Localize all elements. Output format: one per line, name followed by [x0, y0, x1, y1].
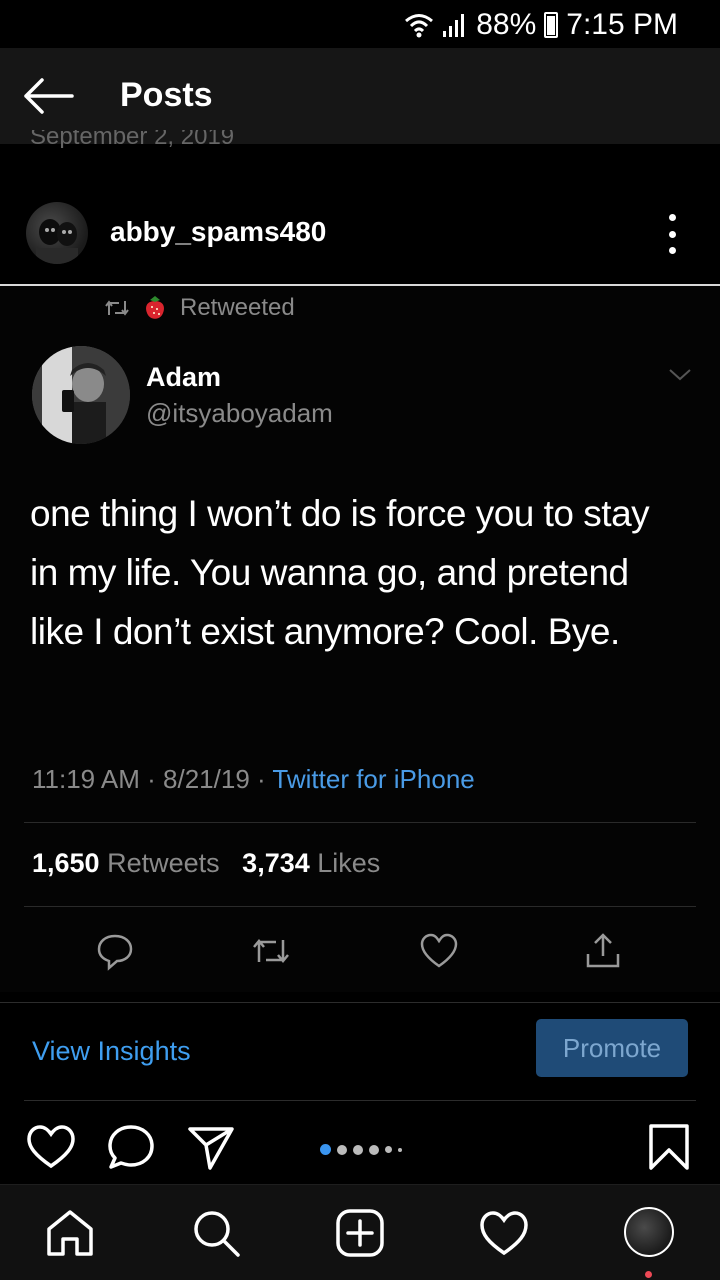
tweet-timestamp: 11:19 AM · 8/21/19 · [32, 764, 273, 794]
post-header: abby_spams480 [0, 200, 720, 266]
new-post-icon[interactable] [334, 1207, 386, 1259]
carousel-dot [369, 1144, 379, 1155]
retweet-indicator: Retweeted [104, 294, 295, 322]
share-icon [586, 933, 620, 968]
divider [24, 822, 696, 823]
status-icons: 88% 7:15 PM [404, 8, 678, 42]
promote-button[interactable]: Promote [536, 1019, 688, 1077]
likes-count: 3,734 [242, 848, 310, 878]
bookmark-icon[interactable] [644, 1122, 694, 1172]
tweet-stats: 1,650 Retweets 3,734 Likes [32, 848, 380, 879]
divider [24, 1100, 696, 1101]
like-heart-icon[interactable] [26, 1122, 76, 1172]
view-insights-link[interactable]: View Insights [32, 1036, 191, 1067]
tweet-source: Twitter for iPhone [272, 764, 475, 794]
profile-avatar[interactable] [624, 1207, 674, 1257]
wifi-icon [405, 14, 434, 38]
divider [0, 1002, 720, 1003]
bottom-navigation [0, 1184, 720, 1280]
author-avatar[interactable] [26, 202, 88, 264]
heart-icon [420, 933, 458, 968]
notification-dot [645, 1271, 652, 1278]
retweeted-label: Retweeted [180, 294, 295, 321]
carousel-dot [337, 1144, 347, 1155]
retweets-count: 1,650 [32, 848, 100, 878]
home-icon[interactable] [44, 1207, 96, 1259]
battery-icon [544, 12, 559, 38]
carousel-indicator [320, 1144, 402, 1155]
tweet-author-handle: @itsyaboyadam [146, 398, 333, 428]
divider [24, 906, 696, 907]
clock: 7:15 PM [566, 8, 678, 41]
carousel-dot [320, 1144, 331, 1155]
battery-percent: 88% [476, 8, 537, 41]
retweets-label: Retweets [107, 848, 220, 878]
more-options-icon[interactable] [660, 214, 684, 254]
tweet-author-avatar [32, 346, 130, 444]
page-title: Posts [120, 76, 213, 114]
status-bar: 88% 7:15 PM [0, 0, 720, 48]
share-direct-icon[interactable] [186, 1122, 236, 1172]
tweet-card: Retweeted Adam @itsyaboyadam one thing I… [0, 286, 720, 992]
activity-heart-icon[interactable] [478, 1207, 530, 1259]
carousel-dot [385, 1146, 392, 1153]
strawberry-avatar-icon [146, 296, 164, 319]
post-action-bar [0, 1110, 720, 1182]
chevron-down-icon [669, 369, 691, 381]
back-arrow-icon[interactable] [22, 76, 74, 116]
carousel-dot [398, 1147, 402, 1152]
signal-icon [443, 14, 465, 37]
retweet-icon [105, 300, 129, 316]
post-date-partial: September 2, 2019 [30, 130, 235, 148]
tweet-text: one thing I won’t do is force you to sta… [30, 493, 650, 652]
insights-bar: View Insights Promote [0, 1004, 720, 1100]
tweet-author-name: Adam [146, 362, 222, 392]
likes-label: Likes [317, 848, 381, 878]
carousel-dot [353, 1144, 363, 1155]
search-icon[interactable] [190, 1207, 242, 1259]
tweet-action-bar [0, 926, 720, 976]
retweet-icon [253, 939, 289, 963]
reply-icon [97, 934, 133, 971]
comment-icon[interactable] [106, 1122, 156, 1172]
author-username[interactable]: abby_spams480 [110, 216, 326, 248]
tweet-meta: 11:19 AM · 8/21/19 · Twitter for iPhone [32, 764, 475, 795]
